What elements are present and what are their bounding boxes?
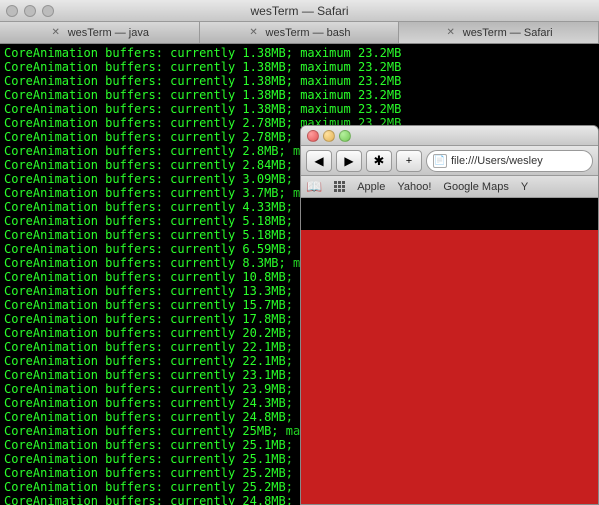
url-field[interactable]: 📄 file:///Users/wesley	[426, 150, 593, 172]
favicon-icon: 📄	[433, 154, 447, 168]
content-red-area	[301, 230, 598, 504]
bookmark-apple[interactable]: Apple	[357, 181, 385, 193]
add-bookmark-button[interactable]: +	[396, 150, 422, 172]
tab-label: wesTerm — Safari	[463, 27, 553, 39]
tab-bar: ✕ wesTerm — java ✕ wesTerm — bash ✕ wesT…	[0, 22, 599, 44]
plus-icon: +	[406, 155, 412, 167]
bug-button[interactable]: ✱	[366, 150, 392, 172]
tab-bash[interactable]: ✕ wesTerm — bash	[200, 22, 400, 43]
tab-safari[interactable]: ✕ wesTerm — Safari	[399, 22, 599, 43]
safari-window[interactable]: ◀ ▶ ✱ + 📄 file:///Users/wesley 📖 Apple Y…	[300, 125, 599, 505]
tab-label: wesTerm — java	[68, 27, 149, 39]
safari-minimize-button[interactable]	[323, 130, 335, 142]
bookmarks-icon[interactable]: 📖	[306, 179, 322, 195]
forward-arrow-icon: ▶	[344, 154, 353, 168]
bug-icon: ✱	[374, 153, 385, 169]
back-arrow-icon: ◀	[314, 154, 323, 168]
window-title: wesTerm — Safari	[0, 4, 599, 18]
close-icon[interactable]: ✕	[50, 27, 62, 39]
safari-titlebar	[301, 126, 598, 146]
terminal-titlebar: wesTerm — Safari	[0, 0, 599, 22]
content-black-band	[301, 198, 598, 230]
bookmark-googlemaps[interactable]: Google Maps	[443, 181, 508, 193]
url-text: file:///Users/wesley	[451, 155, 543, 167]
close-icon[interactable]: ✕	[445, 27, 457, 39]
close-icon[interactable]: ✕	[248, 27, 260, 39]
safari-content	[301, 198, 598, 504]
safari-zoom-button[interactable]	[339, 130, 351, 142]
safari-toolbar: ◀ ▶ ✱ + 📄 file:///Users/wesley	[301, 146, 598, 176]
back-button[interactable]: ◀	[306, 150, 332, 172]
safari-close-button[interactable]	[307, 130, 319, 142]
topsites-icon[interactable]	[334, 181, 345, 192]
bookmark-more[interactable]: Y	[521, 181, 528, 193]
tab-java[interactable]: ✕ wesTerm — java	[0, 22, 200, 43]
tab-label: wesTerm — bash	[266, 27, 351, 39]
forward-button[interactable]: ▶	[336, 150, 362, 172]
bookmark-yahoo[interactable]: Yahoo!	[397, 181, 431, 193]
bookmarks-bar: 📖 Apple Yahoo! Google Maps Y	[301, 176, 598, 198]
